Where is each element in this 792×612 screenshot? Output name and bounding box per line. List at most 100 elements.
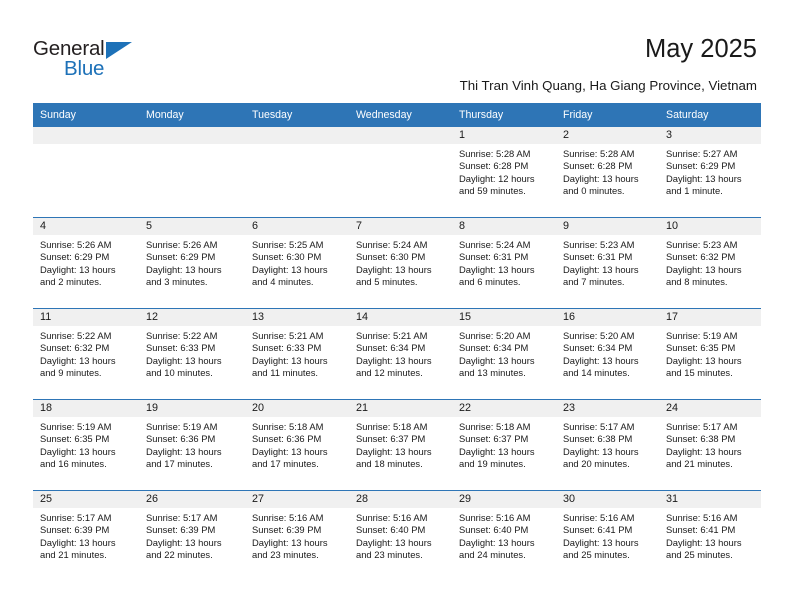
calendar-day-cell[interactable]: 17 Sunrise: 5:19 AM Sunset: 6:35 PM Dayligh… (659, 308, 761, 400)
day-details: Sunrise: 5:16 AM Sunset: 6:41 PM Daylight:… (659, 508, 761, 562)
daylight-text: Daylight: 13 hours and 2 minutes. (40, 263, 116, 288)
day-details: Sunrise: 5:28 AM Sunset: 6:28 PM Daylight:… (556, 144, 659, 198)
day-details: Sunrise: 5:18 AM Sunset: 6:36 PM Daylight:… (245, 417, 349, 471)
calendar-day-cell[interactable]: 22 Sunrise: 5:18 AM Sunset: 6:37 PM Dayligh… (452, 399, 556, 491)
day-number: 18 (33, 400, 139, 417)
sunrise-text: Sunrise: 5:18 AM (252, 421, 324, 432)
calendar-day-cell[interactable]: 23 Sunrise: 5:17 AM Sunset: 6:38 PM Dayligh… (556, 399, 659, 491)
calendar-day-cell[interactable]: 13 Sunrise: 5:21 AM Sunset: 6:33 PM Dayligh… (245, 308, 349, 400)
day-number (349, 127, 452, 144)
sunset-text: Sunset: 6:41 PM (666, 524, 736, 536)
day-number: 2 (556, 127, 659, 144)
daylight-text: Daylight: 13 hours and 16 minutes. (40, 445, 116, 470)
sunrise-text: Sunrise: 5:28 AM (563, 148, 635, 159)
calendar-page: General Blue May 2025 Thi Tran Vinh Quan… (0, 0, 792, 612)
day-details: Sunrise: 5:28 AM Sunset: 6:28 PM Daylight:… (452, 144, 556, 198)
calendar-day-cell[interactable]: 27 Sunrise: 5:16 AM Sunset: 6:39 PM Dayligh… (245, 490, 349, 581)
sunset-text: Sunset: 6:36 PM (252, 433, 322, 445)
daylight-text: Daylight: 13 hours and 4 minutes. (252, 263, 328, 288)
calendar-day-cell[interactable]: 21 Sunrise: 5:18 AM Sunset: 6:37 PM Dayligh… (349, 399, 452, 491)
calendar-day-cell[interactable]: 26 Sunrise: 5:17 AM Sunset: 6:39 PM Dayligh… (139, 490, 245, 581)
day-details: Sunrise: 5:16 AM Sunset: 6:40 PM Daylight:… (452, 508, 556, 562)
sunrise-text: Sunrise: 5:26 AM (40, 239, 112, 250)
calendar-day-cell[interactable]: 8 Sunrise: 5:24 AM Sunset: 6:31 PM Daylight… (452, 217, 556, 309)
calendar-day-cell[interactable]: 30 Sunrise: 5:16 AM Sunset: 6:41 PM Dayligh… (556, 490, 659, 581)
sunrise-text: Sunrise: 5:22 AM (40, 330, 112, 341)
sunrise-text: Sunrise: 5:17 AM (666, 421, 738, 432)
sunset-text: Sunset: 6:41 PM (563, 524, 633, 536)
sunset-text: Sunset: 6:35 PM (40, 433, 110, 445)
daylight-text: Daylight: 13 hours and 10 minutes. (146, 354, 222, 379)
calendar-day-cell[interactable]: 9 Sunrise: 5:23 AM Sunset: 6:31 PM Daylight… (556, 217, 659, 309)
daylight-text: Daylight: 13 hours and 23 minutes. (356, 536, 432, 561)
day-details: Sunrise: 5:18 AM Sunset: 6:37 PM Daylight:… (452, 417, 556, 471)
day-number: 23 (556, 400, 659, 417)
sunrise-text: Sunrise: 5:23 AM (666, 239, 738, 250)
sunset-text: Sunset: 6:38 PM (666, 433, 736, 445)
sunset-text: Sunset: 6:29 PM (146, 251, 216, 263)
calendar-day-cell[interactable]: 2 Sunrise: 5:28 AM Sunset: 6:28 PM Daylight… (556, 127, 659, 218)
sunset-text: Sunset: 6:40 PM (356, 524, 426, 536)
sunrise-text: Sunrise: 5:16 AM (356, 512, 428, 523)
sunrise-text: Sunrise: 5:19 AM (40, 421, 112, 432)
calendar-day-cell[interactable]: 12 Sunrise: 5:22 AM Sunset: 6:33 PM Dayligh… (139, 308, 245, 400)
calendar-day-cell[interactable]: 11 Sunrise: 5:22 AM Sunset: 6:32 PM Dayligh… (33, 308, 139, 400)
daylight-text: Daylight: 13 hours and 0 minutes. (563, 172, 639, 197)
sunrise-text: Sunrise: 5:20 AM (459, 330, 531, 341)
calendar-day-cell[interactable]: 19 Sunrise: 5:19 AM Sunset: 6:36 PM Dayligh… (139, 399, 245, 491)
calendar-day-cell[interactable]: 16 Sunrise: 5:20 AM Sunset: 6:34 PM Dayligh… (556, 308, 659, 400)
calendar-day-cell[interactable]: 5 Sunrise: 5:26 AM Sunset: 6:29 PM Daylight… (139, 217, 245, 309)
calendar-day-cell[interactable]: 20 Sunrise: 5:18 AM Sunset: 6:36 PM Dayligh… (245, 399, 349, 491)
weekday-header-tuesday: Tuesday (245, 103, 349, 127)
calendar-day-cell[interactable]: 24 Sunrise: 5:17 AM Sunset: 6:38 PM Dayligh… (659, 399, 761, 491)
day-details: Sunrise: 5:17 AM Sunset: 6:38 PM Daylight:… (659, 417, 761, 471)
sunrise-text: Sunrise: 5:20 AM (563, 330, 635, 341)
sunset-text: Sunset: 6:36 PM (146, 433, 216, 445)
general-blue-logo: General Blue (33, 37, 153, 81)
weekday-header-saturday: Saturday (659, 103, 761, 127)
day-number: 6 (245, 218, 349, 235)
calendar-day-cell[interactable]: 18 Sunrise: 5:19 AM Sunset: 6:35 PM Dayligh… (33, 399, 139, 491)
day-details: Sunrise: 5:26 AM Sunset: 6:29 PM Daylight:… (139, 235, 245, 289)
calendar-week-row: 25 Sunrise: 5:17 AM Sunset: 6:39 PM Dayligh… (33, 490, 761, 581)
calendar-day-cell[interactable]: 1 Sunrise: 5:28 AM Sunset: 6:28 PM Daylight… (452, 127, 556, 218)
sunset-text: Sunset: 6:29 PM (666, 160, 736, 172)
day-details: Sunrise: 5:22 AM Sunset: 6:33 PM Daylight:… (139, 326, 245, 380)
calendar-day-cell[interactable]: 31 Sunrise: 5:16 AM Sunset: 6:41 PM Dayligh… (659, 490, 761, 581)
day-number (245, 127, 349, 144)
calendar-day-cell[interactable]: 6 Sunrise: 5:25 AM Sunset: 6:30 PM Daylight… (245, 217, 349, 309)
sunrise-text: Sunrise: 5:24 AM (356, 239, 428, 250)
sunset-text: Sunset: 6:39 PM (40, 524, 110, 536)
day-number: 12 (139, 309, 245, 326)
day-details: Sunrise: 5:20 AM Sunset: 6:34 PM Daylight:… (556, 326, 659, 380)
calendar-day-cell[interactable]: 4 Sunrise: 5:26 AM Sunset: 6:29 PM Daylight… (33, 217, 139, 309)
day-details: Sunrise: 5:16 AM Sunset: 6:40 PM Daylight:… (349, 508, 452, 562)
calendar-day-cell[interactable]: 15 Sunrise: 5:20 AM Sunset: 6:34 PM Dayligh… (452, 308, 556, 400)
sunrise-text: Sunrise: 5:17 AM (563, 421, 635, 432)
calendar-day-cell[interactable]: 14 Sunrise: 5:21 AM Sunset: 6:34 PM Dayligh… (349, 308, 452, 400)
sunset-text: Sunset: 6:40 PM (459, 524, 529, 536)
daylight-text: Daylight: 13 hours and 22 minutes. (146, 536, 222, 561)
calendar-day-cell[interactable]: 25 Sunrise: 5:17 AM Sunset: 6:39 PM Dayligh… (33, 490, 139, 581)
day-number: 27 (245, 491, 349, 508)
sunrise-text: Sunrise: 5:23 AM (563, 239, 635, 250)
sunset-text: Sunset: 6:32 PM (40, 342, 110, 354)
day-details: Sunrise: 5:17 AM Sunset: 6:38 PM Daylight:… (556, 417, 659, 471)
calendar-day-cell[interactable]: 3 Sunrise: 5:27 AM Sunset: 6:29 PM Daylight… (659, 127, 761, 218)
calendar-day-cell[interactable]: 28 Sunrise: 5:16 AM Sunset: 6:40 PM Dayligh… (349, 490, 452, 581)
calendar-week-row: 18 Sunrise: 5:19 AM Sunset: 6:35 PM Dayligh… (33, 399, 761, 491)
calendar-day-cell[interactable]: 7 Sunrise: 5:24 AM Sunset: 6:30 PM Daylight… (349, 217, 452, 309)
sunrise-text: Sunrise: 5:16 AM (563, 512, 635, 523)
calendar-day-cell (139, 127, 245, 218)
day-details: Sunrise: 5:24 AM Sunset: 6:31 PM Daylight:… (452, 235, 556, 289)
day-number: 10 (659, 218, 761, 235)
day-number: 11 (33, 309, 139, 326)
sunset-text: Sunset: 6:34 PM (459, 342, 529, 354)
day-details: Sunrise: 5:21 AM Sunset: 6:34 PM Daylight:… (349, 326, 452, 380)
logo-text-general: General (33, 37, 105, 60)
sunset-text: Sunset: 6:39 PM (146, 524, 216, 536)
calendar-day-cell[interactable]: 10 Sunrise: 5:23 AM Sunset: 6:32 PM Dayligh… (659, 217, 761, 309)
daylight-text: Daylight: 13 hours and 20 minutes. (563, 445, 639, 470)
weekday-header-monday: Monday (139, 103, 245, 127)
calendar-day-cell[interactable]: 29 Sunrise: 5:16 AM Sunset: 6:40 PM Dayligh… (452, 490, 556, 581)
